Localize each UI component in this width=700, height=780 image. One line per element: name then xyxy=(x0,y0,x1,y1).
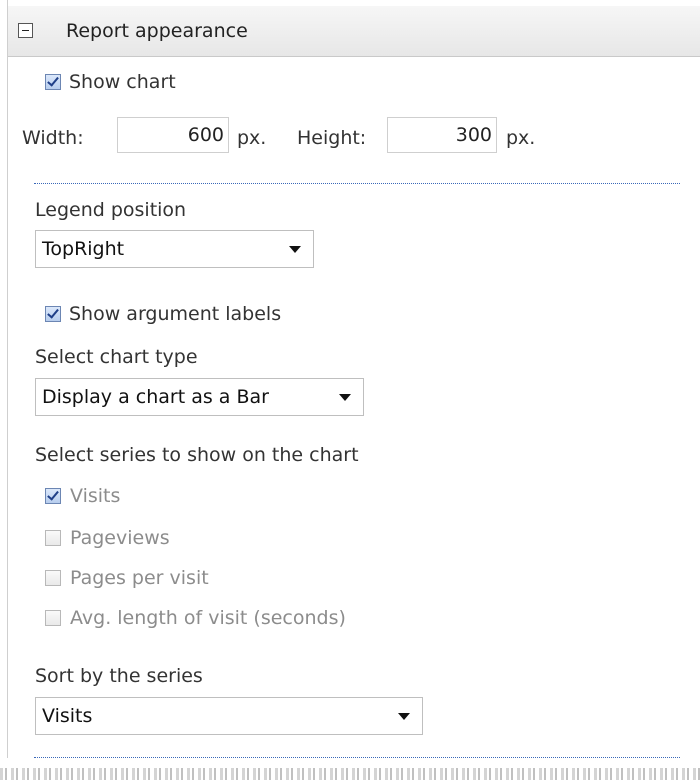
series-label-pages-per-visit: Pages per visit xyxy=(70,567,209,589)
show-chart-checkbox[interactable] xyxy=(45,74,61,90)
series-checkbox-avg-length[interactable] xyxy=(45,610,61,626)
chart-type-value: Display a chart as a Bar xyxy=(42,386,269,408)
series-checkbox-pageviews[interactable] xyxy=(45,530,61,546)
height-input[interactable]: 300 xyxy=(387,117,497,153)
series-checkbox-visits[interactable] xyxy=(45,488,61,504)
series-label: Select series to show on the chart xyxy=(35,444,359,466)
section-header[interactable]: Report appearance xyxy=(8,6,700,57)
chevron-down-icon xyxy=(339,394,351,401)
sort-series-value: Visits xyxy=(42,705,93,727)
width-unit: px. xyxy=(237,127,267,149)
separator xyxy=(34,757,680,758)
section-title: Report appearance xyxy=(66,20,248,42)
chart-type-label: Select chart type xyxy=(35,346,198,368)
width-input[interactable]: 600 xyxy=(117,117,229,153)
panel-left-border xyxy=(7,0,8,758)
height-label: Height: xyxy=(297,127,367,149)
series-label-pageviews: Pageviews xyxy=(70,527,170,549)
chart-type-select[interactable]: Display a chart as a Bar xyxy=(35,378,364,416)
legend-position-select[interactable]: TopRight xyxy=(35,230,314,268)
height-unit: px. xyxy=(506,127,536,149)
sort-series-select[interactable]: Visits xyxy=(35,697,423,735)
chevron-down-icon xyxy=(289,246,301,253)
width-label: Width: xyxy=(22,127,84,149)
show-chart-label: Show chart xyxy=(69,71,176,93)
separator xyxy=(34,183,680,184)
show-argument-labels-checkbox[interactable] xyxy=(45,306,61,322)
show-argument-labels-label: Show argument labels xyxy=(69,303,282,325)
collapse-icon[interactable] xyxy=(18,23,33,38)
sort-label: Sort by the series xyxy=(35,665,203,687)
chevron-down-icon xyxy=(398,713,410,720)
series-label-visits: Visits xyxy=(70,485,121,507)
series-label-avg-length: Avg. length of visit (seconds) xyxy=(70,607,346,629)
cropped-edge xyxy=(0,768,700,780)
legend-position-value: TopRight xyxy=(42,238,125,260)
series-checkbox-pages-per-visit[interactable] xyxy=(45,570,61,586)
legend-position-label: Legend position xyxy=(35,199,187,221)
